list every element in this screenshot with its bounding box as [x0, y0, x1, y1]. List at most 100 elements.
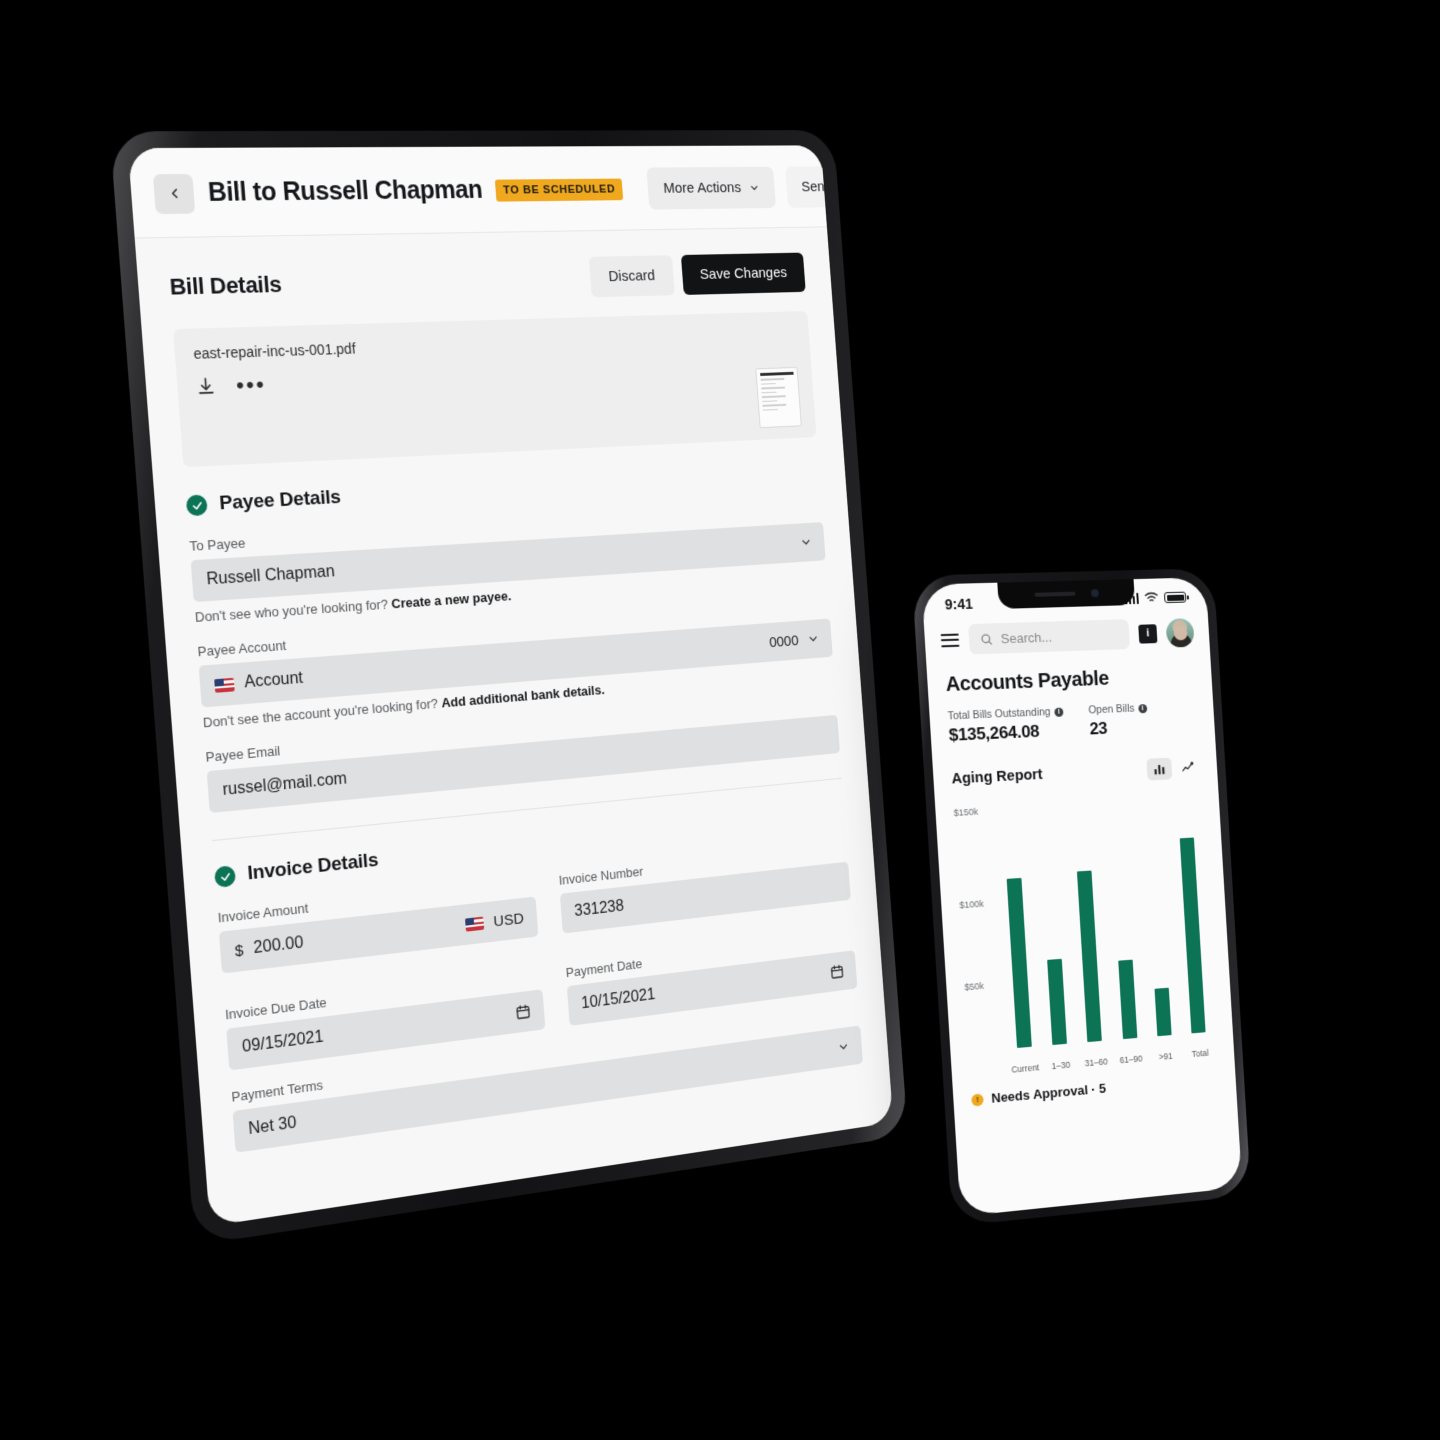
to-payee-helper-text: Don't see who you're looking for? [194, 596, 392, 626]
kpi-label: Open Bills i [1088, 702, 1148, 717]
bar-chart-icon[interactable] [1146, 757, 1173, 781]
hamburger-menu-icon[interactable] [940, 633, 960, 647]
phone-page-title: Accounts Payable [945, 667, 1110, 697]
info-icon[interactable]: i [1137, 703, 1148, 713]
y-tick-label: $100k [959, 898, 985, 911]
phone-screen: 9:41 Search... i Accounts Payable Total … [921, 577, 1243, 1217]
kpi-row: Total Bills Outstanding i $135,264.08 Op… [947, 700, 1198, 746]
currency-code: USD [492, 909, 525, 930]
chart-bar [1077, 870, 1103, 1043]
line-chart-icon[interactable] [1175, 756, 1201, 779]
currency-selector[interactable]: USD [465, 909, 524, 933]
invoice-due-date-right [515, 1003, 531, 1021]
to-payee-value: Russell Chapman [205, 562, 336, 589]
chevron-down-icon [748, 182, 759, 194]
calendar-icon[interactable] [830, 963, 845, 980]
us-flag-icon [465, 916, 485, 932]
phone-frame: 9:41 Search... i Accounts Payable Total … [911, 568, 1252, 1227]
kpi-label: Total Bills Outstanding i [947, 706, 1064, 723]
payment-terms-right [837, 1039, 850, 1054]
to-payee-select-right [799, 535, 812, 549]
invoice-number-value: 331238 [573, 897, 625, 921]
wifi-icon [1144, 589, 1159, 607]
kpi-value: 23 [1088, 718, 1108, 739]
payment-date-right [830, 963, 845, 980]
tablet-screen: Bill to Russell Chapman TO BE SCHEDULED … [127, 145, 894, 1227]
attachment-file-name: east-repair-inc-us-001.pdf [192, 340, 357, 362]
y-tick-label: $50k [964, 980, 985, 993]
payee-details-title: Payee Details [218, 486, 342, 515]
status-bar-time: 9:41 [944, 595, 974, 613]
tablet-frame: Bill to Russell Chapman TO BE SCHEDULED … [109, 130, 908, 1246]
search-input[interactable]: Search... [968, 619, 1131, 655]
document-thumbnail [755, 366, 802, 429]
needs-approval-label: Needs Approval · 5 [990, 1080, 1107, 1106]
kpi-total-bills-outstanding: Total Bills Outstanding i $135,264.08 [947, 706, 1065, 746]
create-new-payee-link[interactable]: Create a new payee. [391, 588, 512, 611]
screenshot-stage: Bill to Russell Chapman TO BE SCHEDULED … [0, 0, 1440, 1440]
calendar-icon[interactable] [515, 1003, 531, 1021]
payee-account-value: Account [243, 669, 304, 692]
search-placeholder: Search... [1000, 629, 1053, 646]
avatar[interactable] [1165, 617, 1195, 648]
back-button[interactable] [152, 173, 196, 214]
chart-bar [1006, 878, 1032, 1049]
chart-bar [1180, 837, 1206, 1034]
tablet-header: Bill to Russell Chapman TO BE SCHEDULED … [127, 145, 894, 239]
chevron-down-icon [799, 535, 812, 549]
more-horizontal-icon[interactable]: ••• [235, 371, 267, 398]
kpi-label-text: Open Bills [1088, 702, 1135, 717]
download-icon[interactable] [195, 376, 216, 397]
speaker-grille [1034, 591, 1076, 597]
send-for-approval-button[interactable]: Send for Approval [785, 165, 894, 208]
more-actions-button[interactable]: More Actions [646, 166, 776, 210]
bill-details-header: Bill Details Discard Save Changes [168, 252, 806, 309]
chart-title: Aging Report [951, 766, 1043, 788]
attachment-card[interactable]: east-repair-inc-us-001.pdf ••• [172, 310, 817, 468]
phone-body: Accounts Payable Total Bills Outstanding… [926, 650, 1234, 1080]
attachment-actions: ••• [195, 355, 796, 398]
payment-terms-value: Net 30 [247, 1113, 298, 1139]
battery-icon [1163, 591, 1187, 604]
chart-header: Aging Report [951, 756, 1201, 790]
chevron-down-icon [807, 632, 820, 646]
info-icon[interactable]: i [1054, 707, 1064, 717]
tablet-device: Bill to Russell Chapman TO BE SCHEDULED … [109, 130, 908, 1246]
chart-type-toggles [1146, 756, 1201, 781]
chevron-left-icon [166, 186, 183, 202]
check-circle-icon [213, 865, 237, 889]
payment-date-value: 10/15/2021 [580, 986, 656, 1013]
invoice-details-title: Invoice Details [246, 849, 379, 885]
currency-symbol: $ [234, 941, 245, 960]
send-for-approval-label: Send for Approval [800, 177, 894, 196]
kpi-open-bills: Open Bills i 23 [1088, 702, 1149, 739]
phone-notch [997, 579, 1136, 609]
check-circle-icon [185, 494, 208, 517]
amber-status-dot: ! [971, 1092, 984, 1107]
invoice-due-date-value: 09/15/2021 [241, 1028, 325, 1057]
kpi-value: $135,264.08 [948, 721, 1040, 745]
y-tick-label: $150k [953, 806, 979, 819]
search-icon [980, 632, 994, 646]
chart-bar [1154, 987, 1172, 1037]
page-title: Bill to Russell Chapman [207, 175, 484, 208]
more-actions-label: More Actions [662, 179, 742, 197]
bill-details-actions: Discard Save Changes [588, 252, 806, 298]
phone-device: 9:41 Search... i Accounts Payable Total … [911, 568, 1252, 1227]
aging-report-chart: $150k $100k $50k Current 1–30 31–60 61–90 >9… [953, 794, 1217, 1079]
chevron-down-icon [837, 1039, 850, 1054]
bill-details-title: Bill Details [168, 270, 283, 300]
chart-plot-area [993, 794, 1214, 1049]
chart-bar [1047, 959, 1067, 1046]
invoice-number-field: Invoice Number 331238 [558, 842, 851, 934]
payee-account-number: 0000 [768, 631, 800, 651]
payee-email-value: russel@mail.com [221, 770, 348, 800]
invoice-amount-field: Invoice Amount $ 200.00 USD [217, 876, 539, 974]
notification-icon[interactable]: i [1138, 623, 1158, 644]
status-badge: TO BE SCHEDULED [494, 178, 624, 202]
save-changes-button[interactable]: Save Changes [680, 252, 806, 295]
discard-button[interactable]: Discard [588, 255, 675, 298]
kpi-label-text: Total Bills Outstanding [947, 706, 1051, 723]
payee-account-right: 0000 [768, 630, 820, 651]
add-bank-details-link[interactable]: Add additional bank details. [441, 682, 605, 710]
